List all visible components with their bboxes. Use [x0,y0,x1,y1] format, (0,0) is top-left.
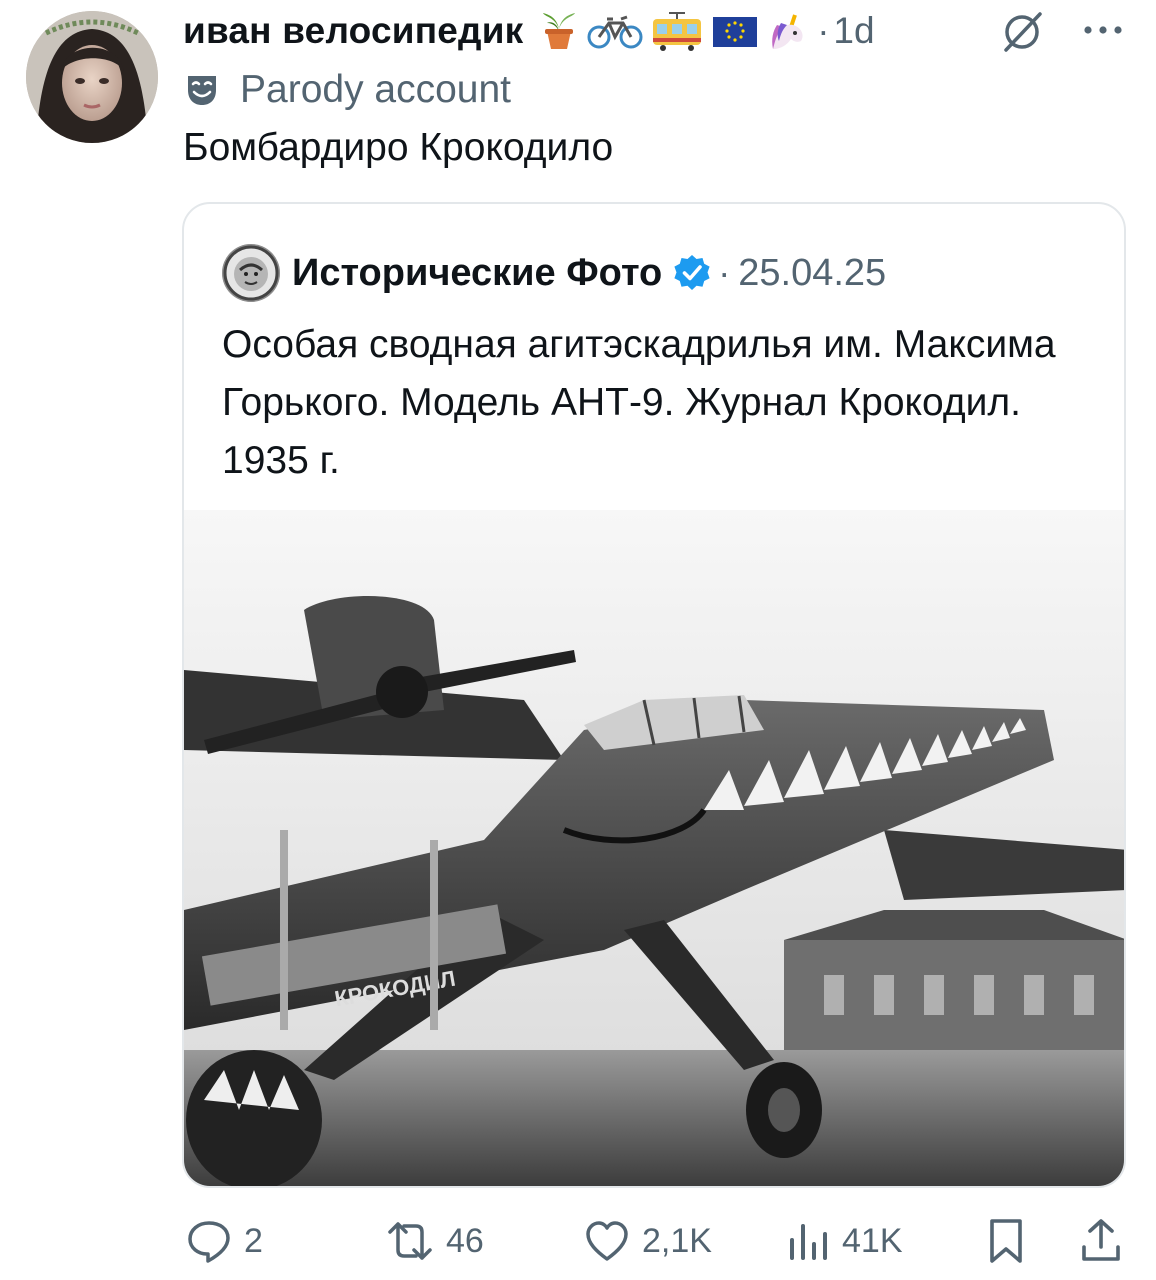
reply-button[interactable]: 2 [186,1206,263,1276]
parody-badge: Parody account [184,65,511,115]
share-button[interactable] [1080,1206,1122,1276]
potted-plant-icon [543,13,576,49]
tram-icon [653,12,702,51]
repost-button[interactable]: 46 [386,1206,484,1276]
views-button[interactable]: 41K [786,1206,903,1276]
quoted-separator: · [718,252,731,293]
action-bar: 2 46 2,1K 41K [0,1206,1156,1276]
view-count: 41K [842,1221,903,1260]
reply-count: 2 [244,1221,263,1260]
eu-flag-icon [713,17,758,47]
quoted-photo[interactable]: КРОКОДИЛ [184,510,1126,1188]
heart-icon [586,1221,628,1261]
quoted-author-name: Исторические Фото [292,251,663,294]
quoted-post-text: Особая сводная агитэскадрилья им. Максим… [222,323,1056,482]
author-avatar[interactable] [26,11,158,143]
theater-mask-icon [188,76,216,105]
more-options-icon[interactable] [1080,20,1126,40]
like-count: 2,1K [642,1221,712,1260]
quoted-post-header: Исторические Фото · 25.04.25 [222,240,886,306]
reply-icon [188,1221,230,1263]
quoted-date: 25.04.25 [738,251,887,294]
parody-label: Parody account [240,68,512,111]
share-icon [1082,1219,1120,1261]
name-emojis [537,11,809,51]
quoted-post[interactable]: Исторические Фото · 25.04.25 Особая свод… [182,202,1126,1188]
grok-icon[interactable] [1000,10,1046,52]
bicycle-icon [587,15,643,49]
quoted-author-avatar [222,244,280,302]
author-display-name[interactable]: иван велосипедик [183,10,523,52]
time-separator: · [817,10,830,51]
bookmark-button[interactable] [986,1206,1026,1276]
bookmark-icon [990,1219,1022,1263]
analytics-icon [790,1224,827,1260]
repost-icon [388,1222,432,1260]
post-time[interactable]: 1d [833,10,874,52]
unicorn-icon [772,14,803,49]
post-text: Бомбардиро Крокодило [183,126,614,169]
repost-count: 46 [446,1221,484,1260]
post-header: иван велосипедик · 1d [183,4,875,58]
verified-badge-icon [674,255,710,290]
like-button[interactable]: 2,1K [584,1206,712,1276]
